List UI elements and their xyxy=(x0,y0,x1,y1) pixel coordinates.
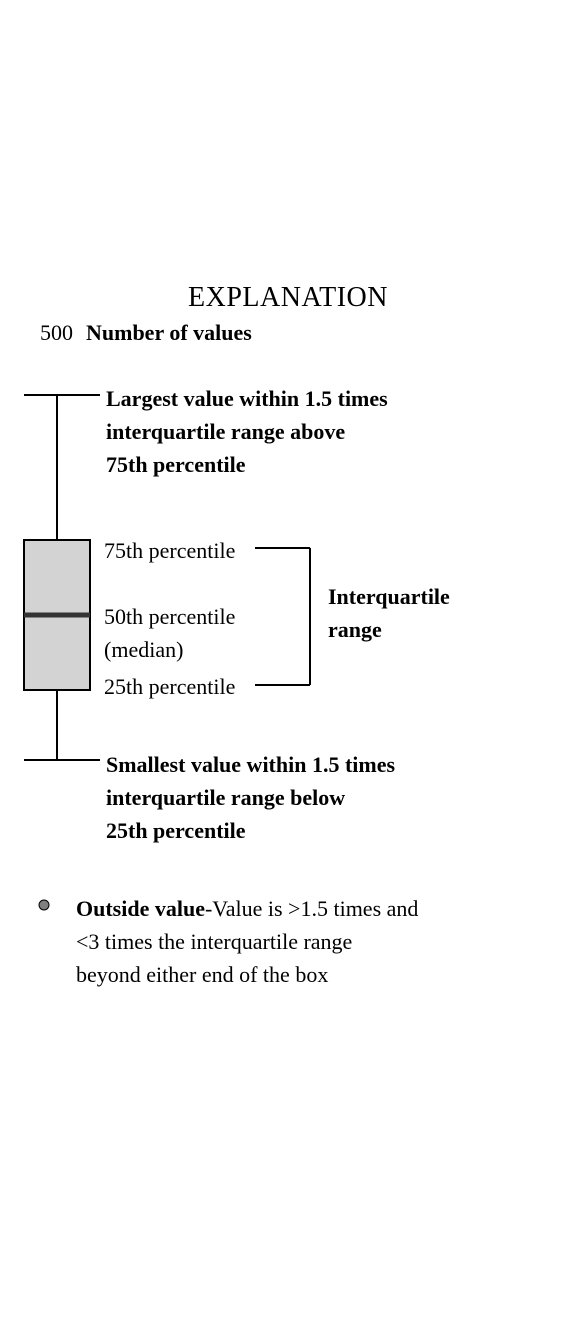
label-lower-whisker: Smallest value within 1.5 times interqua… xyxy=(106,748,395,847)
text: Smallest value within 1.5 times xyxy=(106,748,395,781)
text: Largest value within 1.5 times xyxy=(106,382,388,415)
label-iqr: Interquartile range xyxy=(328,580,450,646)
label-75th: 75th percentile xyxy=(104,534,235,567)
label-outside-value: Outside value-Value is >1.5 times and <3… xyxy=(76,892,546,991)
text: range xyxy=(328,613,450,646)
boxplot-diagram xyxy=(0,0,576,1344)
text: 25th percentile xyxy=(106,814,395,847)
text: 50th percentile xyxy=(104,600,235,633)
text: interquartile range above xyxy=(106,415,388,448)
label-25th: 25th percentile xyxy=(104,670,235,703)
label-50th: 50th percentile (median) xyxy=(104,600,235,666)
label-upper-whisker: Largest value within 1.5 times interquar… xyxy=(106,382,388,481)
text: 75th percentile xyxy=(106,448,388,481)
text: -Value is >1.5 times and xyxy=(205,896,418,921)
text: Outside value xyxy=(76,896,205,921)
text: interquartile range below xyxy=(106,781,395,814)
text: Interquartile xyxy=(328,580,450,613)
text: beyond either end of the box xyxy=(76,958,546,991)
text: (median) xyxy=(104,633,235,666)
text: <3 times the interquartile range xyxy=(76,925,546,958)
